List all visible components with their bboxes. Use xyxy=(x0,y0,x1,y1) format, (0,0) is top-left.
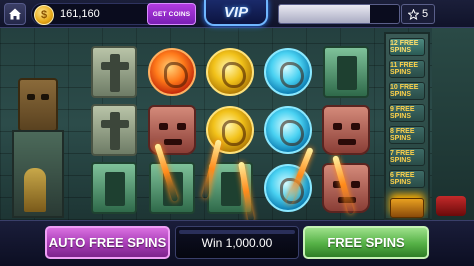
free-spins-tier: 8 FREE SPINS xyxy=(389,126,425,144)
win-display: Win 1,000.00 xyxy=(175,226,299,259)
star-icon xyxy=(407,8,419,20)
reel-cell xyxy=(320,44,372,100)
free-spins-tier: 6 FREE SPINS xyxy=(389,170,425,188)
coin-icon: $ xyxy=(34,5,54,25)
reel-cell xyxy=(146,44,198,100)
reel-cell xyxy=(88,160,140,216)
free-spins-progress-tower: 12 FREE SPINS 11 FREE SPINS 10 FREE SPINS 9… xyxy=(384,32,430,220)
reel-cell xyxy=(204,44,256,100)
reel-cell xyxy=(262,44,314,100)
ankh-totem-symbol xyxy=(91,104,137,156)
reel-cell xyxy=(320,102,372,158)
win-amount: Win 1,000.00 xyxy=(201,235,273,250)
slot-game-screen: 12 FREE SPINS 11 FREE SPINS 10 FREE SPINS 9… xyxy=(0,0,474,266)
reel-cell xyxy=(204,102,256,158)
win-panel-strip xyxy=(179,230,295,234)
vip-button[interactable]: VIP xyxy=(204,0,268,26)
treasure-chest-icon xyxy=(390,198,424,218)
reel-cell xyxy=(88,102,140,158)
ice-orb-symbol xyxy=(264,106,312,154)
free-spins-button[interactable]: FREE SPINS xyxy=(303,226,429,259)
golden-statue xyxy=(24,168,46,212)
bottom-bar: AUTO FREE SPINS Win 1,000.00 FREE SPINS xyxy=(0,220,474,266)
vip-label: VIP xyxy=(223,3,249,21)
reel-4 xyxy=(262,44,314,218)
free-spins-tier: 11 FREE SPINS xyxy=(389,60,425,78)
home-button[interactable] xyxy=(4,3,26,25)
coin-balance: 161,160 xyxy=(60,8,100,20)
top-bar: $ 161,160 GET COINS VIP 5 xyxy=(0,0,474,28)
free-spins-tier: 7 FREE SPINS xyxy=(389,148,425,166)
free-spins-tier: 12 FREE SPINS xyxy=(389,38,425,56)
auto-free-spins-button[interactable]: AUTO FREE SPINS xyxy=(45,226,170,259)
left-totem-decoration xyxy=(4,78,82,218)
green-totem-symbol xyxy=(91,162,137,214)
right-edge-decoration xyxy=(432,28,474,220)
home-icon xyxy=(9,8,21,20)
level-number: 5 xyxy=(421,8,429,20)
ice-orb-symbol xyxy=(264,48,312,96)
reel-cell xyxy=(146,102,198,158)
reel-cell xyxy=(88,44,140,100)
level-indicator: 5 xyxy=(401,4,435,24)
gold-orb-symbol xyxy=(206,48,254,96)
reel-cell xyxy=(262,160,314,216)
fire-orb-symbol xyxy=(148,48,196,96)
reel-1 xyxy=(88,44,140,218)
reel-grid xyxy=(88,44,378,222)
green-totem-symbol xyxy=(323,46,369,98)
totem-mask xyxy=(18,78,58,132)
get-coins-button[interactable]: GET COINS xyxy=(147,3,196,25)
free-spins-tier: 10 FREE SPINS xyxy=(389,82,425,100)
red-basket-icon xyxy=(436,196,466,216)
xp-progress-fill xyxy=(279,5,371,23)
xp-progress-bar xyxy=(278,4,400,24)
ankh-totem-symbol xyxy=(91,46,137,98)
free-spins-tier: 9 FREE SPINS xyxy=(389,104,425,122)
red-mask-symbol xyxy=(322,105,370,155)
